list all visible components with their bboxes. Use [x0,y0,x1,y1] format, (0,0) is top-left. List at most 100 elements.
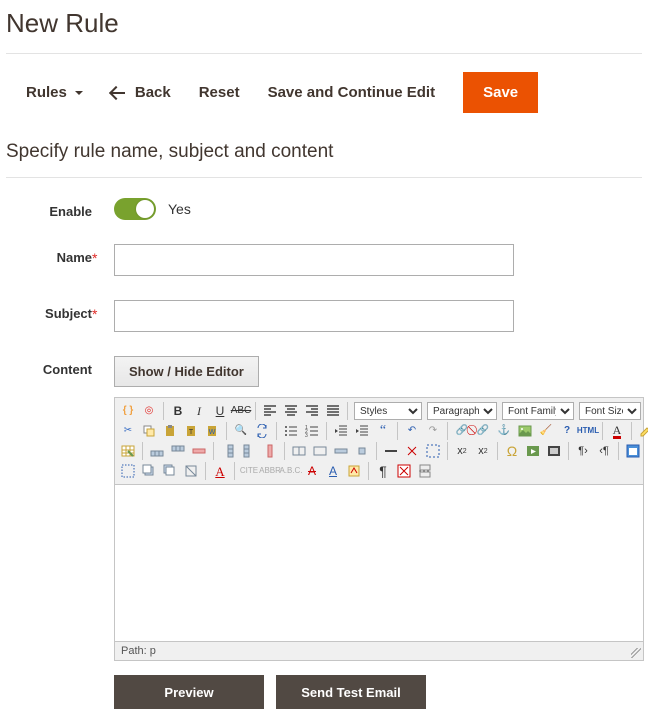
row-properties-icon[interactable] [332,442,350,460]
layer-fwd-icon[interactable] [140,462,158,480]
col-before-icon[interactable] [219,442,237,460]
align-center-icon[interactable] [282,402,300,420]
indent-icon[interactable] [353,422,371,440]
acronym-icon[interactable]: A.B.C. [282,462,300,480]
styles-select[interactable]: Styles [354,402,422,420]
nbsp-icon[interactable] [395,462,413,480]
fontfamily-select[interactable]: Font Family [502,402,574,420]
delete-col-icon[interactable] [261,442,279,460]
preview-button[interactable]: Preview [114,675,264,709]
send-test-email-button[interactable]: Send Test Email [276,675,426,709]
delete-row-icon[interactable] [190,442,208,460]
blockquote-icon[interactable]: “ [374,422,392,440]
copy-icon[interactable] [140,422,158,440]
paste-text-icon[interactable]: T [182,422,200,440]
fontsize-select[interactable]: Font Size [579,402,641,420]
redo-icon[interactable]: ↷ [424,422,442,440]
subscript-icon[interactable]: x2 [453,442,471,460]
show-hide-editor-button[interactable]: Show / Hide Editor [114,356,259,387]
fullscreen-icon[interactable] [624,442,642,460]
subject-input[interactable] [114,300,514,332]
abbr-icon[interactable]: ABBR [261,462,279,480]
replace-icon[interactable] [253,422,271,440]
name-row: Name * [6,244,642,276]
arrow-left-icon [111,88,127,98]
table-icon[interactable] [119,442,137,460]
italic-icon[interactable]: I [190,402,208,420]
row-after-icon[interactable] [169,442,187,460]
align-left-icon[interactable] [261,402,279,420]
unlink-icon[interactable]: 🔗⃠ [474,422,492,440]
link-icon[interactable]: 🔗 [453,422,471,440]
hr-icon[interactable] [382,442,400,460]
subject-label: Subject [6,300,92,321]
save-continue-button[interactable]: Save and Continue Edit [268,84,436,101]
caret-down-icon [75,91,83,95]
remove-format-icon[interactable] [403,442,421,460]
superscript-icon[interactable]: x2 [474,442,492,460]
html-icon[interactable]: HTML [579,422,597,440]
help-icon[interactable]: ? [558,422,576,440]
outdent-icon[interactable] [332,422,350,440]
required-asterisk: * [92,300,104,322]
back-label: Back [135,84,171,101]
specialchar-icon[interactable]: Ω [503,442,521,460]
show-blocks-icon[interactable] [424,442,442,460]
section-heading: Specify rule name, subject and content [6,141,642,163]
split-cell-icon[interactable] [290,442,308,460]
resize-handle-icon[interactable] [631,648,641,658]
name-label: Name [6,244,92,265]
media-icon[interactable] [524,442,542,460]
media2-icon[interactable] [545,442,563,460]
action-toolbar: Rules Back Reset Save and Continue Edit … [6,54,642,131]
strike-icon[interactable]: ABC [232,402,250,420]
reset-button[interactable]: Reset [199,84,240,101]
highlight-icon[interactable] [637,422,648,440]
subject-row: Subject * [6,300,642,332]
anchor-icon[interactable]: ⚓ [495,422,513,440]
visualchars-icon[interactable]: ¶ [374,462,392,480]
widget-icon[interactable]: { } [119,402,137,420]
merge-cell-icon[interactable] [311,442,329,460]
back-button[interactable]: Back [111,84,171,101]
wysiwyg-editor: { } ◎ B I U ABC Styles Paragraph Font Fa… [114,397,644,661]
align-justify-icon[interactable] [324,402,342,420]
name-input[interactable] [114,244,514,276]
underline-icon[interactable]: U [211,402,229,420]
cell-properties-icon[interactable] [353,442,371,460]
cite-icon[interactable]: CITE [240,462,258,480]
col-after-icon[interactable] [240,442,258,460]
ins-icon[interactable]: A [324,462,342,480]
editor-body[interactable] [115,485,643,641]
paste-word-icon[interactable]: W [203,422,221,440]
bold-icon[interactable]: B [169,402,187,420]
find-icon[interactable]: 🔍 [232,422,250,440]
del-icon[interactable]: A [303,462,321,480]
rules-dropdown[interactable]: Rules [26,84,83,101]
undo-icon[interactable]: ↶ [403,422,421,440]
cleanup-icon[interactable]: 🧹 [537,422,555,440]
editor-path: Path: p [115,641,643,660]
save-button[interactable]: Save [463,72,538,113]
align-right-icon[interactable] [303,402,321,420]
layer-icon[interactable] [119,462,137,480]
layer-back-icon[interactable] [161,462,179,480]
rtl-icon[interactable]: ‹¶ [595,442,613,460]
ltr-icon[interactable]: ¶› [574,442,592,460]
row-before-icon[interactable] [148,442,166,460]
editor-toolbar: { } ◎ B I U ABC Styles Paragraph Font Fa… [115,398,643,485]
paste-icon[interactable] [161,422,179,440]
divider [6,177,642,178]
enable-toggle[interactable] [114,198,156,220]
number-list-icon[interactable]: 123 [303,422,321,440]
pagebreak-icon[interactable] [416,462,434,480]
layer-abs-icon[interactable] [182,462,200,480]
cut-icon[interactable]: ✂ [119,422,137,440]
paragraph-select[interactable]: Paragraph [427,402,497,420]
attributes-icon[interactable] [345,462,363,480]
image-icon[interactable] [516,422,534,440]
text-color-icon[interactable]: A [608,422,626,440]
styleprops-icon[interactable]: A [211,462,229,480]
variable-icon[interactable]: ◎ [140,402,158,420]
bullet-list-icon[interactable] [282,422,300,440]
